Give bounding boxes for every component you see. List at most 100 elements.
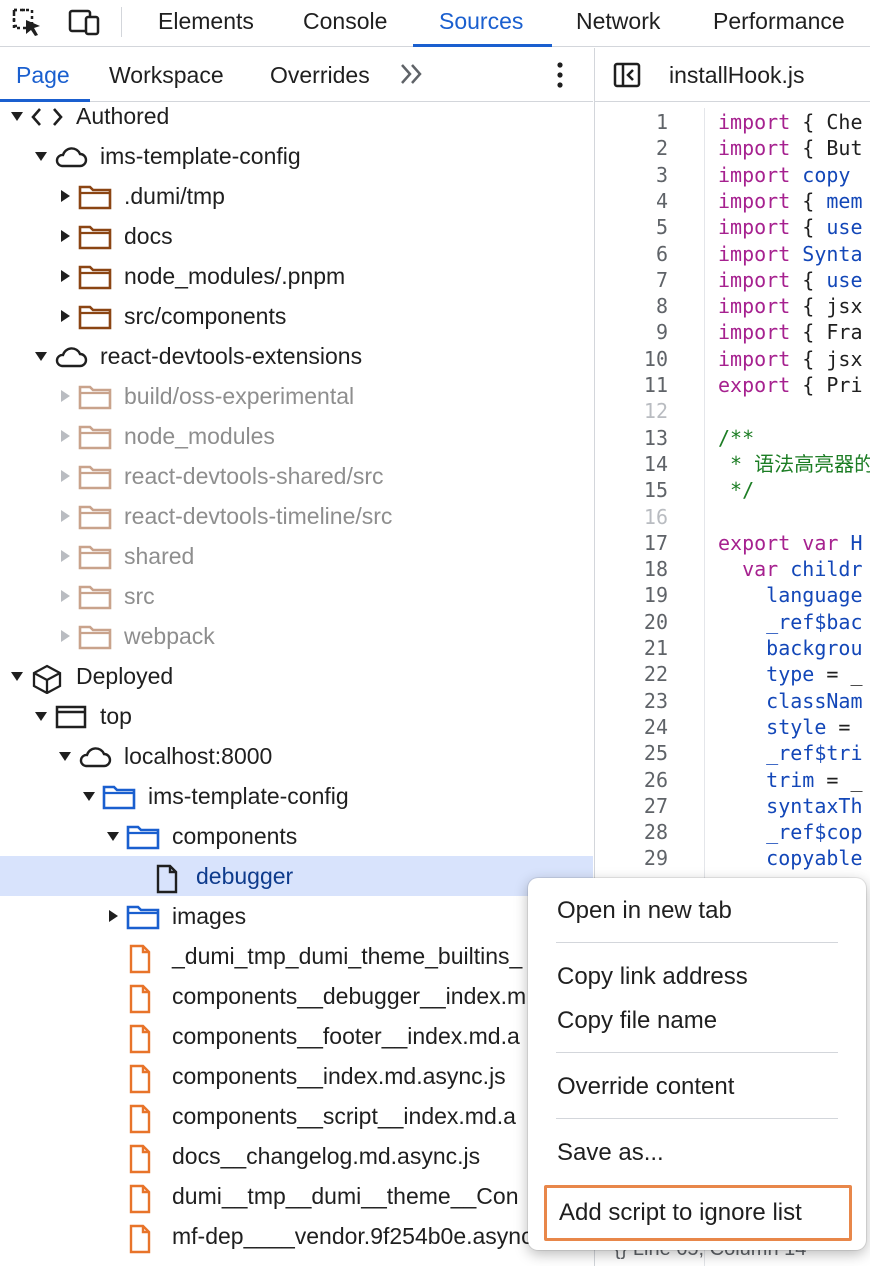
code-text[interactable]: import { Che	[718, 109, 863, 135]
collapsed-arrow-icon[interactable]	[58, 509, 72, 523]
line-number[interactable]: 28	[595, 819, 668, 845]
expanded-arrow-icon[interactable]	[10, 669, 24, 683]
tree-item[interactable]: mf-dep____vendor.9f254b0e.async.js	[0, 1216, 593, 1256]
tab-page[interactable]: Page	[16, 48, 70, 102]
line-number[interactable]: 20	[595, 609, 668, 635]
collapsed-arrow-icon[interactable]	[58, 629, 72, 643]
line-number[interactable]: 21	[595, 635, 668, 661]
line-number[interactable]: 5	[595, 214, 668, 240]
collapsed-arrow-icon[interactable]	[58, 189, 72, 203]
collapsed-arrow-icon[interactable]	[106, 909, 120, 923]
inspect-element-icon[interactable]	[10, 6, 46, 38]
tab-performance[interactable]: Performance	[713, 0, 845, 47]
collapsed-arrow-icon[interactable]	[58, 469, 72, 483]
line-number[interactable]: 23	[595, 688, 668, 714]
line-number[interactable]: 18	[595, 556, 668, 582]
code-text[interactable]: * 语法高亮器的	[718, 451, 870, 477]
code-text[interactable]: import { mem	[718, 188, 863, 214]
code-text[interactable]: import { Fra	[718, 319, 863, 345]
menu-item-override-content[interactable]: Override content	[528, 1065, 866, 1109]
tree-item[interactable]: top	[0, 696, 593, 736]
collapsed-arrow-icon[interactable]	[58, 269, 72, 283]
expanded-arrow-icon[interactable]	[58, 749, 72, 763]
code-text[interactable]: _ref$cop	[718, 819, 862, 845]
line-number[interactable]: 1	[595, 109, 668, 135]
code-text[interactable]: export { Pri	[718, 372, 863, 398]
code-text[interactable]: classNam	[718, 688, 862, 714]
line-number[interactable]: 3	[595, 162, 668, 188]
tree-item[interactable]: ims-template-config	[0, 776, 593, 816]
collapsed-arrow-icon[interactable]	[58, 589, 72, 603]
tree-item[interactable]: Authored	[0, 96, 593, 136]
code-text[interactable]: language	[718, 582, 862, 608]
line-number[interactable]: 11	[595, 372, 668, 398]
tree-item[interactable]: components__index.md.async.js	[0, 1056, 593, 1096]
code-text[interactable]: import { use	[718, 214, 863, 240]
expanded-arrow-icon[interactable]	[34, 349, 48, 363]
collapsed-arrow-icon[interactable]	[58, 389, 72, 403]
tree-item[interactable]: images	[0, 896, 593, 936]
line-number[interactable]: 24	[595, 714, 668, 740]
code-text[interactable]: trim = _	[718, 767, 862, 793]
menu-item-open-in-new-tab[interactable]: Open in new tab	[528, 889, 866, 933]
code-text[interactable]: syntaxTh	[718, 793, 862, 819]
line-number[interactable]: 9	[595, 319, 668, 345]
tree-item[interactable]: react-devtools-timeline/src	[0, 496, 593, 536]
menu-item-copy-link-address[interactable]: Copy link address	[528, 955, 866, 999]
tree-item[interactable]: _dumi_tmp_dumi_theme_builtins_	[0, 936, 593, 976]
tree-item[interactable]: node_modules/.pnpm	[0, 256, 593, 296]
expanded-arrow-icon[interactable]	[82, 789, 96, 803]
line-number[interactable]: 8	[595, 293, 668, 319]
line-number[interactable]: 19	[595, 582, 668, 608]
line-number[interactable]: 13	[595, 425, 668, 451]
tab-sources[interactable]: Sources	[439, 0, 523, 47]
tree-item[interactable]: ims-template-config	[0, 136, 593, 176]
tree-item[interactable]: Deployed	[0, 656, 593, 696]
line-number[interactable]: 16	[595, 504, 668, 530]
tab-elements[interactable]: Elements	[158, 0, 254, 47]
more-tabs-chevron-icon[interactable]	[398, 60, 426, 88]
tree-item[interactable]: .dumi/tmp	[0, 176, 593, 216]
tree-item[interactable]: components__footer__index.md.a	[0, 1016, 593, 1056]
line-number[interactable]: 2	[595, 135, 668, 161]
collapsed-arrow-icon[interactable]	[58, 309, 72, 323]
tab-console[interactable]: Console	[303, 0, 387, 47]
code-text[interactable]: import { But	[718, 135, 863, 161]
line-number[interactable]: 10	[595, 346, 668, 372]
code-text[interactable]: _ref$tri	[718, 740, 862, 766]
code-text[interactable]: _ref$bac	[718, 609, 862, 635]
tree-item[interactable]: localhost:8000	[0, 736, 593, 776]
line-number[interactable]: 7	[595, 267, 668, 293]
line-number[interactable]: 4	[595, 188, 668, 214]
tree-item[interactable]: docs__changelog.md.async.js	[0, 1136, 593, 1176]
collapsed-arrow-icon[interactable]	[58, 549, 72, 563]
line-number[interactable]: 26	[595, 767, 668, 793]
tree-item[interactable]: src/components	[0, 296, 593, 336]
tree-item[interactable]: shared	[0, 536, 593, 576]
code-text[interactable]: import { use	[718, 267, 863, 293]
line-number[interactable]: 15	[595, 477, 668, 503]
line-number[interactable]: 27	[595, 793, 668, 819]
code-text[interactable]: import { jsx	[718, 293, 863, 319]
expanded-arrow-icon[interactable]	[34, 709, 48, 723]
tree-item[interactable]: docs	[0, 216, 593, 256]
code-text[interactable]: /**	[718, 425, 754, 451]
tree-item[interactable]: webpack	[0, 616, 593, 656]
code-text[interactable]: style =	[718, 714, 863, 740]
collapsed-arrow-icon[interactable]	[58, 229, 72, 243]
editor-file-tab[interactable]: installHook.js	[669, 48, 805, 102]
tab-network[interactable]: Network	[576, 0, 660, 47]
tree-item[interactable]: src	[0, 576, 593, 616]
line-number[interactable]: 22	[595, 661, 668, 687]
tree-item[interactable]: dumi__tmp__dumi__theme__Con	[0, 1176, 593, 1216]
tree-item[interactable]: components__script__index.md.a	[0, 1096, 593, 1136]
code-text[interactable]: import Synta	[718, 241, 863, 267]
line-number[interactable]: 25	[595, 740, 668, 766]
line-number[interactable]: 12	[595, 398, 668, 424]
tree-item[interactable]: react-devtools-shared/src	[0, 456, 593, 496]
device-toolbar-icon[interactable]	[66, 6, 102, 38]
code-text[interactable]: */	[718, 477, 754, 503]
tab-workspace[interactable]: Workspace	[109, 48, 224, 102]
code-text[interactable]: type = _	[718, 661, 862, 687]
tree-item[interactable]: debugger	[0, 856, 593, 896]
